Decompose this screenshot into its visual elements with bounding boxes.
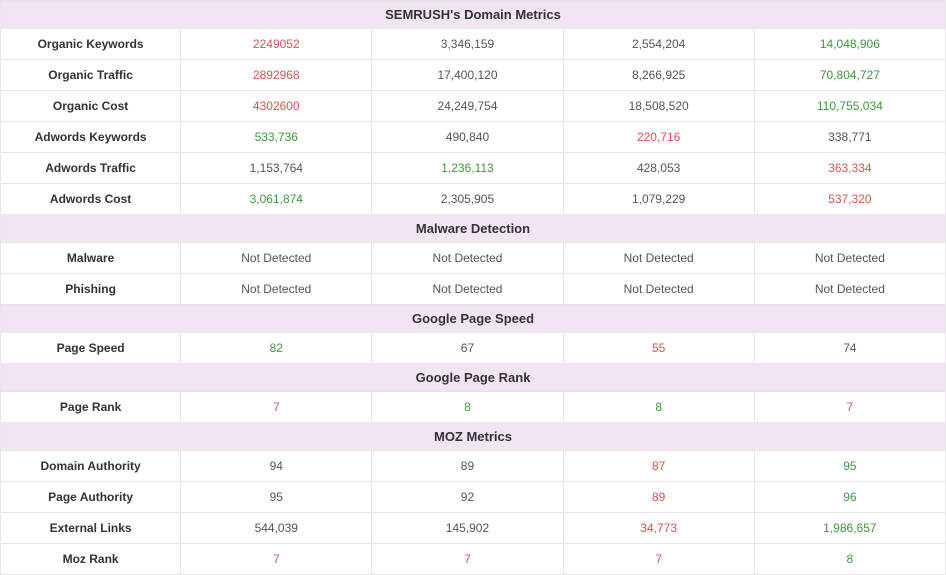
metric-cell: 8: [754, 544, 945, 575]
section-header: MOZ Metrics: [1, 423, 946, 451]
metric-cell: 7: [181, 392, 372, 423]
metric-cell: 24,249,754: [372, 91, 563, 122]
metric-cell: 220,716: [563, 122, 754, 153]
metric-cell: 2,554,204: [563, 29, 754, 60]
table-row: Domain Authority94898795: [1, 451, 946, 482]
metric-cell: 92: [372, 482, 563, 513]
metric-cell: 17,400,120: [372, 60, 563, 91]
row-label: Organic Keywords: [1, 29, 181, 60]
metric-cell: 8: [372, 392, 563, 423]
table-row: Moz Rank7778: [1, 544, 946, 575]
row-label: Moz Rank: [1, 544, 181, 575]
metric-cell: 3,346,159: [372, 29, 563, 60]
metric-cell: 7: [181, 544, 372, 575]
metric-cell: 2,305,905: [372, 184, 563, 215]
section-header: Malware Detection: [1, 215, 946, 243]
metrics-table: SEMRUSH's Domain MetricsOrganic Keywords…: [0, 0, 946, 575]
row-label: Malware: [1, 243, 181, 274]
metric-cell: Not Detected: [563, 243, 754, 274]
metric-cell: 533,736: [181, 122, 372, 153]
metric-cell: 82: [181, 333, 372, 364]
metric-cell: 18,508,520: [563, 91, 754, 122]
table-row: Adwords Traffic1,153,7641,236,113428,053…: [1, 153, 946, 184]
metric-cell: 4302600: [181, 91, 372, 122]
metric-cell: Not Detected: [372, 274, 563, 305]
table-row: Adwords Cost3,061,8742,305,9051,079,2295…: [1, 184, 946, 215]
table-row: Page Speed82675574: [1, 333, 946, 364]
row-label: Phishing: [1, 274, 181, 305]
metric-cell: 89: [372, 451, 563, 482]
metric-cell: 2249052: [181, 29, 372, 60]
row-label: Page Speed: [1, 333, 181, 364]
metric-cell: 55: [563, 333, 754, 364]
row-label: Adwords Keywords: [1, 122, 181, 153]
table-row: Adwords Keywords533,736490,840220,716338…: [1, 122, 946, 153]
table-row: Organic Cost430260024,249,75418,508,5201…: [1, 91, 946, 122]
metric-cell: 8,266,925: [563, 60, 754, 91]
metric-cell: 490,840: [372, 122, 563, 153]
row-label: Page Authority: [1, 482, 181, 513]
metric-cell: 2892968: [181, 60, 372, 91]
metric-cell: 338,771: [754, 122, 945, 153]
metric-cell: Not Detected: [181, 274, 372, 305]
row-label: Adwords Cost: [1, 184, 181, 215]
table-row: Organic Traffic289296817,400,1208,266,92…: [1, 60, 946, 91]
metric-cell: Not Detected: [563, 274, 754, 305]
table-row: External Links544,039145,90234,7731,986,…: [1, 513, 946, 544]
metric-cell: 3,061,874: [181, 184, 372, 215]
metric-cell: 1,153,764: [181, 153, 372, 184]
metric-cell: 7: [754, 392, 945, 423]
metric-cell: 74: [754, 333, 945, 364]
metric-cell: 8: [563, 392, 754, 423]
metric-cell: 87: [563, 451, 754, 482]
metric-cell: 14,048,906: [754, 29, 945, 60]
table-row: PhishingNot DetectedNot DetectedNot Dete…: [1, 274, 946, 305]
metric-cell: 95: [754, 451, 945, 482]
section-header: Google Page Rank: [1, 364, 946, 392]
metric-cell: 34,773: [563, 513, 754, 544]
metric-cell: Not Detected: [372, 243, 563, 274]
row-label: Adwords Traffic: [1, 153, 181, 184]
table-row: Organic Keywords22490523,346,1592,554,20…: [1, 29, 946, 60]
row-label: External Links: [1, 513, 181, 544]
metric-cell: 544,039: [181, 513, 372, 544]
metric-cell: 7: [372, 544, 563, 575]
table-row: MalwareNot DetectedNot DetectedNot Detec…: [1, 243, 946, 274]
metric-cell: 537,320: [754, 184, 945, 215]
metric-cell: Not Detected: [181, 243, 372, 274]
table-row: Page Rank7887: [1, 392, 946, 423]
metric-cell: Not Detected: [754, 274, 945, 305]
metric-cell: 70,804,727: [754, 60, 945, 91]
table-row: Page Authority95928996: [1, 482, 946, 513]
metric-cell: 1,236,113: [372, 153, 563, 184]
metric-cell: Not Detected: [754, 243, 945, 274]
metric-cell: 89: [563, 482, 754, 513]
row-label: Page Rank: [1, 392, 181, 423]
metric-cell: 145,902: [372, 513, 563, 544]
row-label: Organic Cost: [1, 91, 181, 122]
metric-cell: 96: [754, 482, 945, 513]
metric-cell: 1,986,657: [754, 513, 945, 544]
metric-cell: 67: [372, 333, 563, 364]
metric-cell: 110,755,034: [754, 91, 945, 122]
section-header: SEMRUSH's Domain Metrics: [1, 1, 946, 29]
metric-cell: 428,053: [563, 153, 754, 184]
row-label: Organic Traffic: [1, 60, 181, 91]
row-label: Domain Authority: [1, 451, 181, 482]
metric-cell: 7: [563, 544, 754, 575]
metric-cell: 1,079,229: [563, 184, 754, 215]
metric-cell: 94: [181, 451, 372, 482]
section-header: Google Page Speed: [1, 305, 946, 333]
metric-cell: 363,334: [754, 153, 945, 184]
metric-cell: 95: [181, 482, 372, 513]
